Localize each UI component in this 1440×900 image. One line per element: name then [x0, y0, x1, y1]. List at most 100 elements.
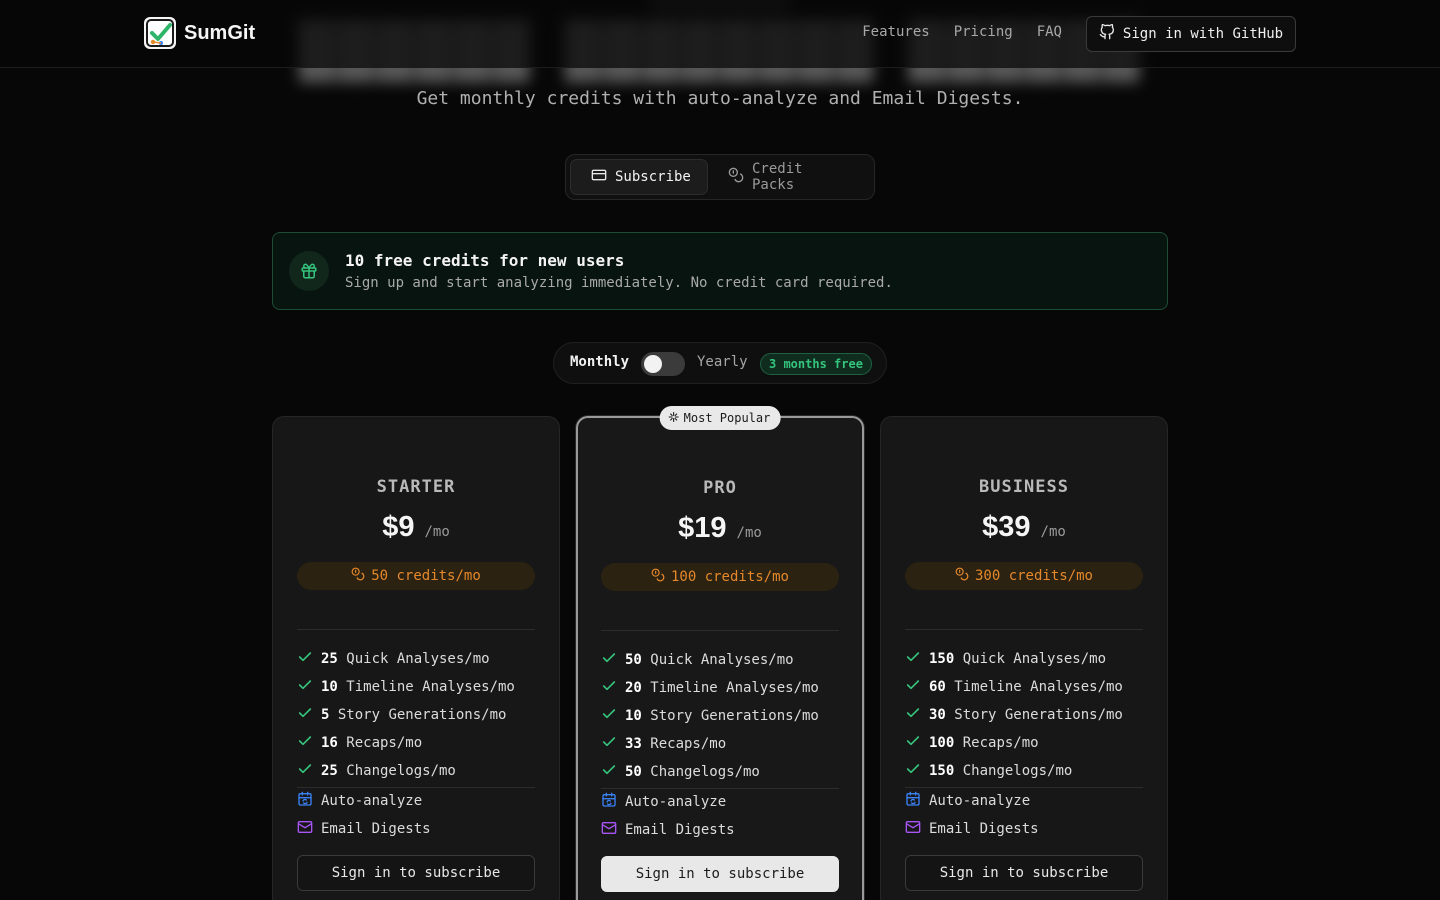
- plan-extra-label: Email Digests: [625, 822, 735, 838]
- plan-divider: [297, 629, 535, 630]
- tab-credit-packs-label: Credit Packs: [752, 161, 803, 193]
- check-icon: [601, 678, 617, 698]
- plan-feature-item: 100 Recaps/mo: [905, 729, 1143, 757]
- tab-subscribe-label: Subscribe: [615, 169, 691, 185]
- plan-feature-text: 20 Timeline Analyses/mo: [625, 680, 819, 696]
- github-icon: [1099, 23, 1115, 44]
- plan-price-row: $9 /mo: [273, 511, 559, 544]
- nav-link-pricing[interactable]: Pricing: [954, 24, 1013, 40]
- most-popular-badge: Most Popular: [659, 406, 781, 430]
- page-subtitle: Get monthly credits with auto-analyze an…: [416, 88, 1024, 109]
- plan-feature-item: 25 Quick Analyses/mo: [297, 645, 535, 673]
- plan-extra-label: Email Digests: [929, 821, 1039, 837]
- plan-price: $19: [678, 512, 727, 544]
- plan-feature-text: 50 Quick Analyses/mo: [625, 652, 794, 668]
- check-icon: [905, 761, 921, 781]
- plan-feature-text: 50 Changelogs/mo: [625, 764, 760, 780]
- nav-link-faq[interactable]: FAQ: [1037, 24, 1062, 40]
- plan-extra-label: Auto-analyze: [625, 794, 727, 810]
- gift-icon: [289, 251, 329, 291]
- plan-divider: [601, 630, 839, 631]
- free-credits-banner: 10 free credits for new users Sign up an…: [272, 232, 1168, 310]
- plan-feature-item: 25 Changelogs/mo: [297, 757, 535, 785]
- plan-price: $39: [982, 511, 1031, 543]
- check-icon: [297, 649, 313, 669]
- plan-credits-pill: 100 credits/mo: [601, 563, 839, 591]
- plan-extra-auto-analyze: Auto-analyze: [297, 787, 535, 815]
- tab-subscribe[interactable]: Subscribe: [570, 159, 708, 195]
- sign-in-github-button[interactable]: Sign in with GitHub: [1086, 16, 1296, 52]
- sign-in-to-subscribe-button[interactable]: Sign in to subscribe: [297, 855, 535, 891]
- check-icon: [905, 705, 921, 725]
- plan-feature-item: 20 Timeline Analyses/mo: [601, 674, 839, 702]
- plan-extra-email-digests: Email Digests: [297, 815, 535, 843]
- plan-feature-item: 5 Story Generations/mo: [297, 701, 535, 729]
- plan-price-row: $39 /mo: [881, 511, 1167, 544]
- plan-price-row: $19 /mo: [578, 512, 862, 545]
- nav-links: Features Pricing FAQ: [862, 24, 1062, 40]
- sign-in-to-subscribe-button[interactable]: Sign in to subscribe: [601, 856, 839, 892]
- plan-card-pro: PRO $19 /mo 100 credits/mo 50 Quick Anal…: [576, 406, 864, 900]
- check-icon: [601, 706, 617, 726]
- tab-credit-packs[interactable]: Credit Packs: [712, 159, 870, 195]
- plan-price-period: /mo: [1040, 524, 1066, 540]
- plan-feature-text: 10 Timeline Analyses/mo: [321, 679, 515, 695]
- plan-extra-auto-analyze: Auto-analyze: [601, 788, 839, 816]
- plan-credits: 50 credits/mo: [371, 568, 481, 584]
- plan-feature-item: 16 Recaps/mo: [297, 729, 535, 757]
- billing-monthly-label[interactable]: Monthly: [570, 354, 629, 370]
- coins-icon: [351, 567, 365, 585]
- mail-icon: [905, 819, 921, 839]
- coins-icon: [651, 568, 665, 586]
- plan-feature-text: 33 Recaps/mo: [625, 736, 727, 752]
- sumgit-logo-icon: [144, 17, 176, 49]
- plan-credits-pill: 300 credits/mo: [905, 562, 1143, 590]
- plan-feature-item: 10 Timeline Analyses/mo: [297, 673, 535, 701]
- billing-switch[interactable]: [641, 352, 685, 376]
- plan-name: BUSINESS: [979, 477, 1069, 497]
- check-icon: [297, 705, 313, 725]
- check-icon: [905, 733, 921, 753]
- check-icon: [905, 677, 921, 697]
- plan-feature-text: 150 Changelogs/mo: [929, 763, 1073, 779]
- plan-credits: 100 credits/mo: [670, 569, 789, 585]
- calendar-sync-icon: [905, 791, 921, 811]
- plan-feature-item: 50 Changelogs/mo: [601, 758, 839, 786]
- check-icon: [297, 761, 313, 781]
- plan-extra-label: Auto-analyze: [321, 793, 423, 809]
- banner-title: 10 free credits for new users: [345, 251, 625, 270]
- plan-feature-list: 150 Quick Analyses/mo 60 Timeline Analyse…: [905, 645, 1143, 785]
- yearly-promo-badge: 3 months free: [760, 353, 872, 375]
- billing-yearly-label[interactable]: Yearly: [697, 354, 748, 370]
- sign-in-to-subscribe-button[interactable]: Sign in to subscribe: [905, 855, 1143, 891]
- brand-name: SumGit: [184, 21, 256, 44]
- plan-price-period: /mo: [736, 525, 762, 541]
- check-icon: [297, 677, 313, 697]
- mail-icon: [297, 819, 313, 839]
- plan-feature-item: 150 Changelogs/mo: [905, 757, 1143, 785]
- brand[interactable]: SumGit: [144, 17, 255, 49]
- check-icon: [601, 734, 617, 754]
- nav-link-features[interactable]: Features: [862, 24, 929, 40]
- plan-extra-label: Email Digests: [321, 821, 431, 837]
- plan-extra-email-digests: Email Digests: [905, 815, 1143, 843]
- plan-feature-text: 25 Changelogs/mo: [321, 763, 456, 779]
- pricing-tabs: Subscribe Credit Packs: [565, 154, 875, 200]
- plan-feature-text: 60 Timeline Analyses/mo: [929, 679, 1123, 695]
- plan-feature-list: 50 Quick Analyses/mo 20 Timeline Analyses…: [601, 646, 839, 786]
- plan-credits-pill: 50 credits/mo: [297, 562, 535, 590]
- navbar: SumGit Features Pricing FAQ Sign in with…: [0, 0, 1440, 68]
- check-icon: [297, 733, 313, 753]
- calendar-sync-icon: [297, 791, 313, 811]
- plan-extra-auto-analyze: Auto-analyze: [905, 787, 1143, 815]
- plan-feature-list: 25 Quick Analyses/mo 10 Timeline Analyses…: [297, 645, 535, 785]
- plan-price: $9: [382, 511, 415, 543]
- plan-feature-text: 100 Recaps/mo: [929, 735, 1039, 751]
- check-icon: [905, 649, 921, 669]
- plan-extra-email-digests: Email Digests: [601, 816, 839, 844]
- plan-extra-label: Auto-analyze: [929, 793, 1031, 809]
- plan-feature-item: 10 Story Generations/mo: [601, 702, 839, 730]
- plan-feature-text: 30 Story Generations/mo: [929, 707, 1123, 723]
- banner-text: Sign up and start analyzing immediately.…: [345, 275, 893, 291]
- plan-feature-text: 25 Quick Analyses/mo: [321, 651, 490, 667]
